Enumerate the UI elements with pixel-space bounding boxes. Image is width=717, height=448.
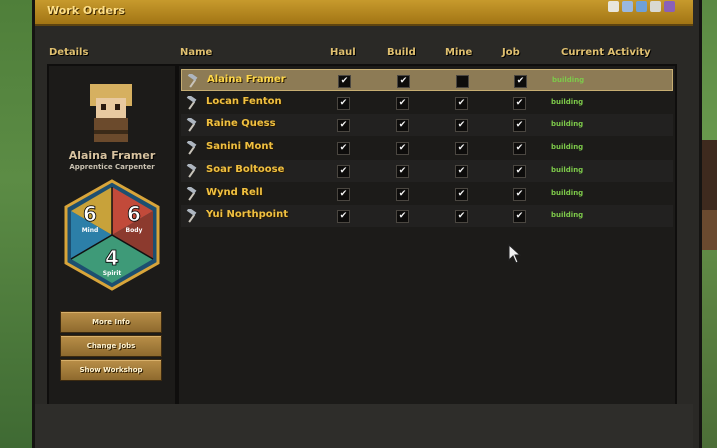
build-checkbox[interactable]: ✔ [396,142,409,156]
hammer-icon [186,163,197,178]
character-portrait [86,84,136,142]
hammer-icon [186,118,197,133]
portrait-belt [94,130,128,134]
job-checkbox[interactable]: ✔ [513,96,526,110]
worker-row[interactable]: Yui Northpoint ✔ ✔ ✔ ✔ building [181,205,673,228]
worker-row[interactable]: Locan Fenton ✔ ✔ ✔ ✔ building [181,92,673,114]
job-column-header: Job [502,47,520,58]
stats-hexagon: 6 Mind 6 Body 4 Spirit [64,179,160,291]
portrait-eye [101,104,106,110]
job-checkbox[interactable]: ✔ [514,75,527,88]
worker-row[interactable]: Soar Boltoose ✔ ✔ ✔ ✔ building [181,159,673,182]
activity-column-header: Current Activity [561,47,651,58]
job-checkbox[interactable]: ✔ [513,210,526,224]
worker-row[interactable]: Wynd Rell ✔ ✔ ✔ ✔ building [181,183,673,205]
haul-checkbox[interactable]: ✔ [337,210,350,224]
job-checkbox[interactable]: ✔ [513,187,526,201]
mine-checkbox[interactable]: ✔ [455,164,468,178]
character-job-title: Apprentice Carpenter [69,163,155,171]
mine-checkbox[interactable]: ✔ [455,142,468,156]
more-info-button[interactable]: More Info [60,311,162,333]
spirit-value: 4 [105,246,119,270]
world-background-left [0,0,36,448]
current-activity: building [552,76,585,84]
work-orders-window: Work Orders Details Name Haul Build Mine… [32,0,702,448]
mine-checkbox[interactable]: ✔ [455,210,468,224]
build-checkbox[interactable]: ✔ [396,119,409,133]
details-header: Details [49,47,89,58]
portrait-eye [115,104,120,110]
current-activity: building [551,188,584,197]
gem-icon[interactable] [636,1,647,12]
build-checkbox[interactable]: ✔ [396,164,409,178]
haul-checkbox[interactable]: ✔ [338,75,351,88]
job-checkbox[interactable]: ✔ [513,142,526,156]
build-checkbox[interactable]: ✔ [396,96,409,110]
mine-column-header: Mine [445,47,473,58]
haul-checkbox[interactable]: ✔ [337,164,350,178]
name-column-header: Name [180,47,213,58]
haul-column-header: Haul [330,47,356,58]
worker-name: Alaina Framer [207,74,286,85]
current-activity: building [551,165,584,174]
details-panel: Alaina Framer Apprentice Carpenter 6 Min… [47,64,177,408]
window-title: Work Orders [47,4,125,17]
titlebar-icons [608,1,675,12]
spirit-label: Spirit [103,270,122,277]
close-icon[interactable] [664,1,675,12]
worker-name: Soar Boltoose [206,163,285,175]
job-checkbox[interactable]: ✔ [513,164,526,178]
worker-name: Sanini Mont [206,141,274,153]
current-activity: building [551,120,584,129]
haul-checkbox[interactable]: ✔ [337,119,350,133]
build-column-header: Build [387,47,416,58]
change-jobs-button[interactable]: Change Jobs [60,335,162,357]
scroll-icon[interactable] [650,1,661,12]
current-activity: building [551,143,584,152]
hammer-icon [186,209,197,223]
body-value: 6 [127,202,141,226]
job-checkbox[interactable]: ✔ [513,119,526,133]
hammer-icon [186,141,197,155]
hammer-icon [186,95,197,110]
haul-checkbox[interactable]: ✔ [337,96,350,110]
current-activity: building [551,211,584,220]
worker-name: Yui Northpoint [206,209,288,221]
mind-label: Mind [82,227,99,234]
worker-name: Locan Fenton [206,95,282,107]
worker-list-panel: Alaina Framer ✔ ✔ ✔ building Locan Fenton ✔ ✔ ✔ ✔… [177,64,677,408]
current-activity: building [551,97,584,106]
build-checkbox[interactable]: ✔ [397,75,410,88]
character-name: Alaina Framer [68,149,156,162]
mind-value: 6 [83,202,97,226]
haul-checkbox[interactable]: ✔ [337,187,350,201]
people-icon[interactable] [622,1,633,12]
worker-row[interactable]: Alaina Framer ✔ ✔ ✔ building [181,69,673,91]
haul-checkbox[interactable]: ✔ [337,142,350,156]
window-footer [35,404,693,448]
mine-checkbox[interactable]: ✔ [455,187,468,201]
map-icon[interactable] [608,1,619,12]
worker-row[interactable]: Raine Quess ✔ ✔ ✔ ✔ building [181,114,673,137]
build-checkbox[interactable]: ✔ [396,210,409,224]
show-workshop-button[interactable]: Show Workshop [60,359,162,381]
mine-checkbox[interactable]: ✔ [455,119,468,133]
body-label: Body [126,227,143,234]
build-checkbox[interactable]: ✔ [396,187,409,201]
mouse-cursor-icon [508,244,522,264]
hammer-icon [187,74,198,88]
mine-checkbox[interactable] [456,75,469,88]
worker-name: Wynd Rell [206,186,263,198]
hammer-icon [186,186,197,201]
worker-row[interactable]: Sanini Mont ✔ ✔ ✔ ✔ building [181,137,673,159]
worker-name: Raine Quess [206,118,276,130]
mine-checkbox[interactable]: ✔ [455,96,468,110]
window-titlebar[interactable]: Work Orders [35,0,693,26]
